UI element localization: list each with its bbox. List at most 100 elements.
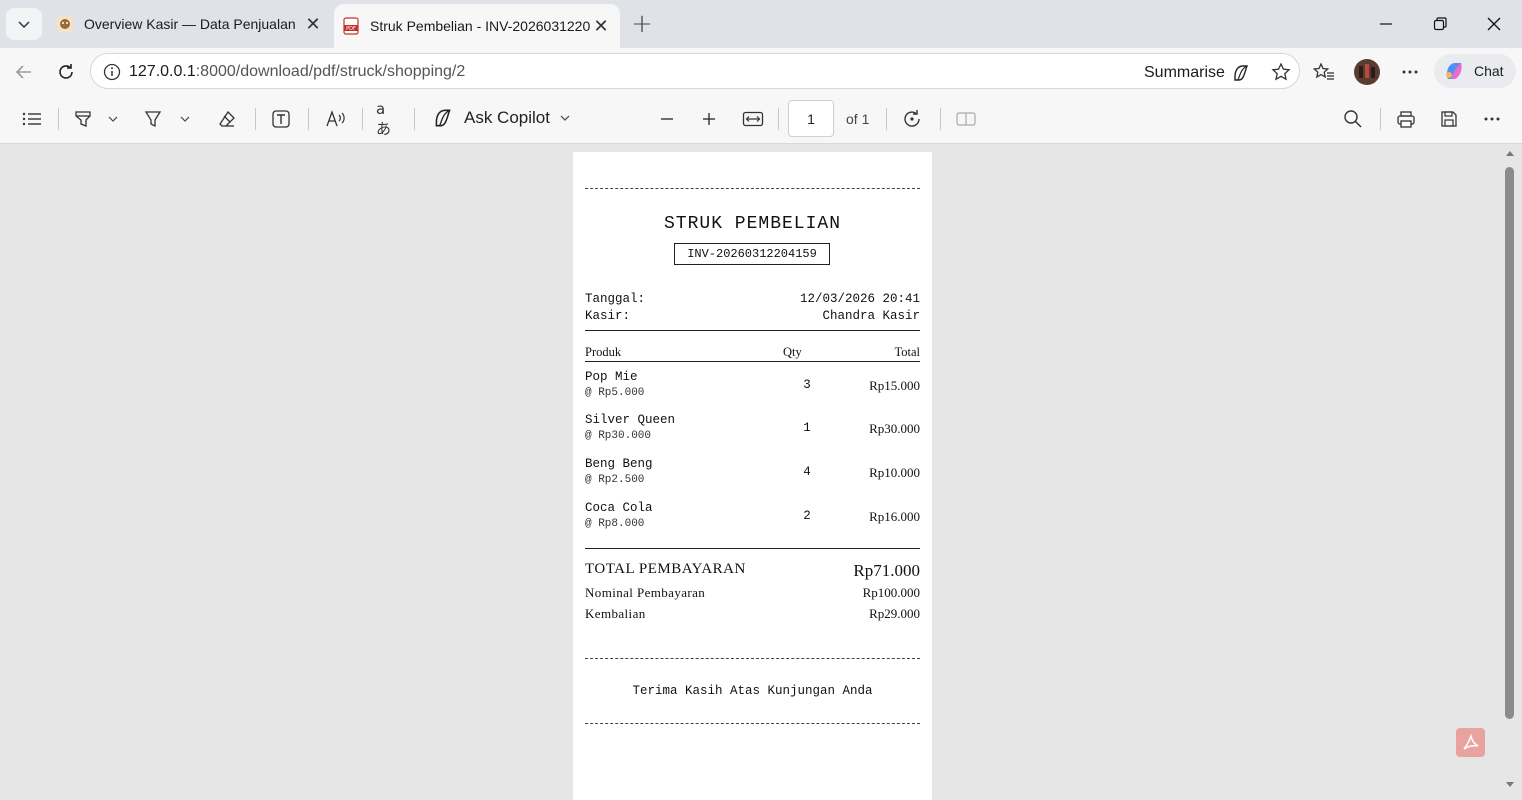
pdf-toolbar: aあ Ask Copilot 1 of 1 xyxy=(0,94,1522,144)
paid-label: Nominal Pembayaran xyxy=(585,585,706,600)
highlight-options-button[interactable] xyxy=(106,106,120,132)
chevron-down-icon xyxy=(108,116,118,122)
favorites-button[interactable] xyxy=(1308,56,1340,88)
tab-title: Overview Kasir — Data Penjualan xyxy=(84,16,296,32)
acrobat-button[interactable] xyxy=(1456,728,1485,757)
more-options-button[interactable] xyxy=(1481,106,1503,132)
page-view-button[interactable] xyxy=(954,106,978,132)
fit-width-icon xyxy=(742,111,764,127)
zoom-in-button[interactable] xyxy=(698,106,720,132)
divider xyxy=(414,108,415,130)
item-total: Rp16.000 xyxy=(869,509,920,524)
svg-text:PDF: PDF xyxy=(346,26,356,32)
printer-icon xyxy=(1397,111,1415,128)
summarise-button[interactable]: Summarise xyxy=(1144,63,1251,83)
close-tab-icon[interactable]: ✕ xyxy=(302,13,324,35)
change-label: Kembalian xyxy=(585,606,646,621)
add-text-button[interactable] xyxy=(270,106,292,132)
save-button[interactable] xyxy=(1438,106,1460,132)
total-value: Rp71.000 xyxy=(853,561,920,580)
list-item: Pop Mie @ Rp5.000 3 Rp15.000 xyxy=(585,370,920,410)
info-icon[interactable] xyxy=(103,63,121,81)
minus-icon xyxy=(661,118,673,120)
divider xyxy=(362,108,363,130)
item-qty: 2 xyxy=(803,509,811,523)
rotate-button[interactable] xyxy=(900,106,924,132)
highlight-button[interactable] xyxy=(72,106,94,132)
scroll-down-icon[interactable] xyxy=(1505,781,1515,789)
zoom-out-button[interactable] xyxy=(656,106,678,132)
item-total: Rp30.000 xyxy=(869,421,920,436)
two-page-icon xyxy=(956,112,976,126)
page-number-input[interactable]: 1 xyxy=(788,100,834,137)
address-bar[interactable]: 127.0.0.1:8000/download/pdf/struck/shopp… xyxy=(90,53,1300,89)
item-qty: 1 xyxy=(803,421,811,435)
divider xyxy=(308,108,309,130)
solid-divider xyxy=(585,548,920,549)
star-icon[interactable] xyxy=(1271,62,1291,82)
settings-more-button[interactable] xyxy=(1394,56,1426,88)
tab-actions-button[interactable] xyxy=(6,8,42,40)
scroll-up-icon[interactable] xyxy=(1505,149,1515,157)
receipt-title: STRUK PEMBELIAN xyxy=(663,214,842,234)
dashed-divider xyxy=(585,658,920,659)
back-button[interactable] xyxy=(8,56,40,88)
translate-icon: aあ xyxy=(376,99,392,138)
receipt-page: STRUK PEMBELIAN INV-20260312204159 Tangg… xyxy=(573,152,932,800)
invoice-number: INV-20260312204159 xyxy=(674,243,830,265)
profile-button[interactable] xyxy=(1351,56,1383,88)
close-tab-icon[interactable]: ✕ xyxy=(590,15,612,37)
copilot-icon xyxy=(1234,65,1248,81)
url-text[interactable]: 127.0.0.1:8000/download/pdf/struck/shopp… xyxy=(129,63,465,81)
cat-favicon-icon xyxy=(56,15,74,33)
print-button[interactable] xyxy=(1395,106,1417,132)
new-tab-button[interactable]: + xyxy=(628,9,656,39)
column-header-total: Total xyxy=(894,345,920,359)
favorites-icon xyxy=(1313,62,1334,80)
draw-options-button[interactable] xyxy=(178,106,192,132)
copilot-chat-button[interactable]: Chat xyxy=(1434,54,1516,88)
read-aloud-icon xyxy=(326,110,345,127)
chevron-down-icon xyxy=(18,21,30,29)
thank-you-message: Terima Kasih Atas Kunjungan Anda xyxy=(632,684,873,698)
save-icon xyxy=(1441,111,1457,127)
scroll-thumb[interactable] xyxy=(1505,167,1514,719)
read-aloud-button[interactable] xyxy=(324,106,348,132)
contents-button[interactable] xyxy=(20,106,44,132)
find-button[interactable] xyxy=(1342,106,1364,132)
highlighter-icon xyxy=(75,111,91,127)
item-qty: 3 xyxy=(803,378,811,392)
date-value: 12/03/2026 20:41 xyxy=(799,292,920,306)
avatar xyxy=(1354,59,1380,85)
pen-icon xyxy=(144,111,162,128)
item-unit-price: @ Rp30.000 xyxy=(585,430,652,442)
copilot-logo-icon xyxy=(1446,63,1462,79)
change-value: Rp29.000 xyxy=(869,606,920,621)
item-unit-price: @ Rp2.500 xyxy=(585,474,645,486)
divider xyxy=(778,108,779,130)
vertical-scrollbar[interactable] xyxy=(1500,145,1520,795)
item-unit-price: @ Rp8.000 xyxy=(585,518,645,530)
dashed-divider xyxy=(585,723,920,724)
refresh-button[interactable] xyxy=(50,56,82,88)
minimize-button[interactable] xyxy=(1366,8,1406,40)
erase-button[interactable] xyxy=(216,106,238,132)
dashed-divider xyxy=(585,188,920,189)
ask-copilot-button[interactable]: Ask Copilot xyxy=(432,107,570,129)
tab-strip: Overview Kasir — Data Penjualan ✕ PDF St… xyxy=(0,0,1522,48)
close-window-button[interactable] xyxy=(1474,8,1514,40)
fit-to-width-button[interactable] xyxy=(741,106,765,132)
solid-divider xyxy=(585,330,920,331)
restore-button[interactable] xyxy=(1420,8,1460,40)
draw-button[interactable] xyxy=(142,106,164,132)
tab-overview-kasir[interactable]: Overview Kasir — Data Penjualan ✕ xyxy=(48,6,332,42)
tab-struk-pembelian[interactable]: PDF Struk Pembelian - INV-20260312204159… xyxy=(334,4,620,48)
item-unit-price: @ Rp5.000 xyxy=(585,387,645,399)
divider xyxy=(940,108,941,130)
close-icon xyxy=(1487,17,1501,31)
translate-button[interactable]: aあ xyxy=(376,100,400,138)
item-name: Pop Mie xyxy=(585,370,638,384)
arrow-left-icon xyxy=(15,65,31,79)
minimize-icon xyxy=(1380,23,1392,25)
search-icon xyxy=(1344,110,1362,128)
